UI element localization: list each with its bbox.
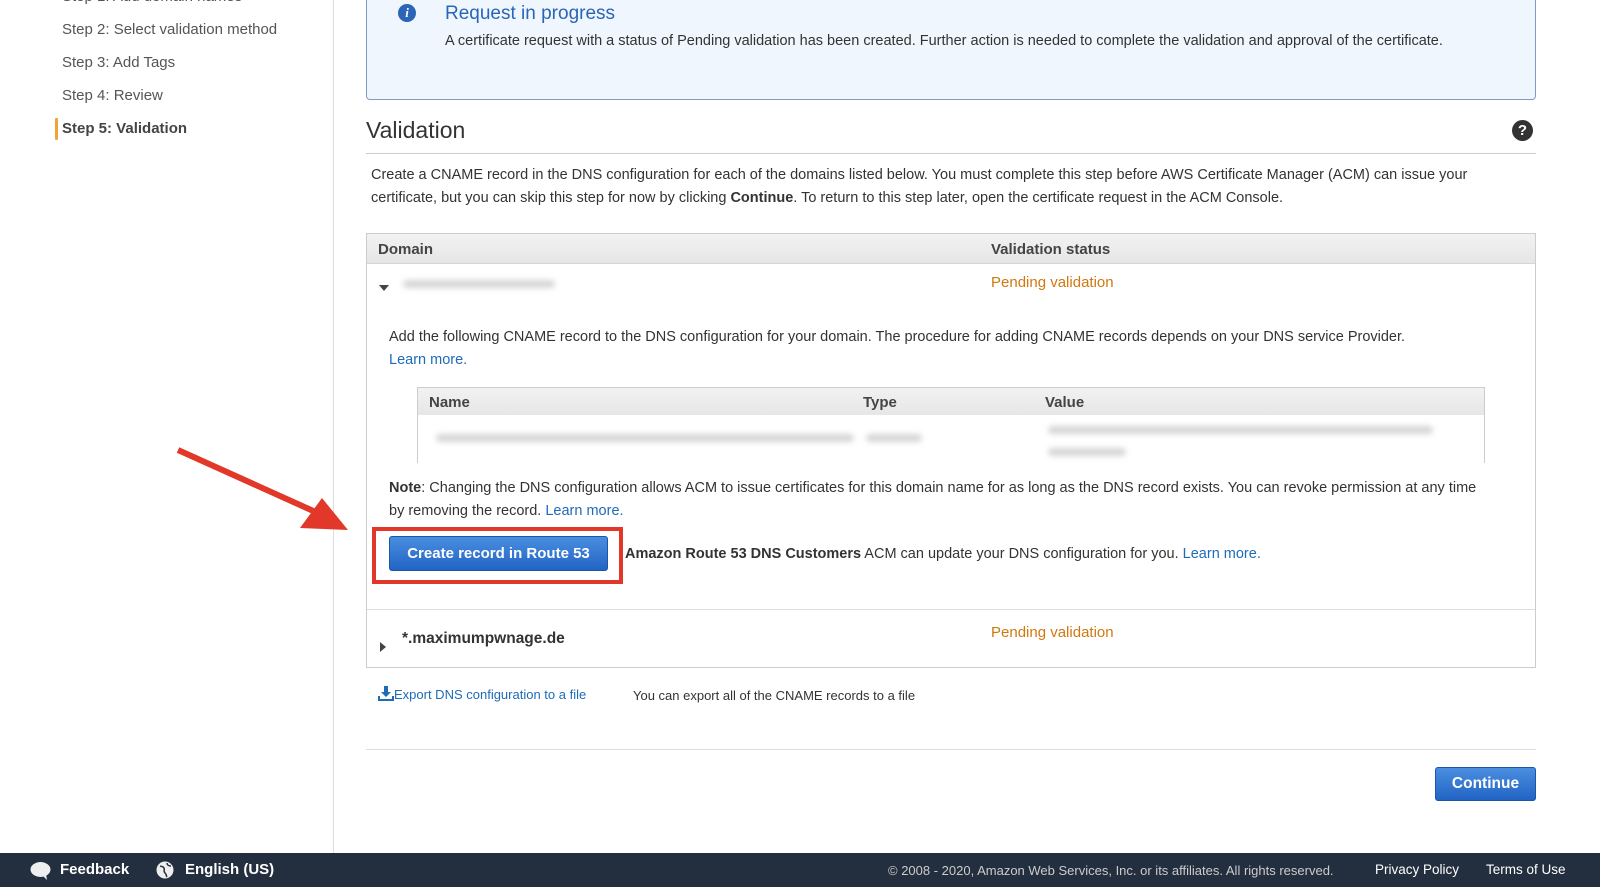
- arrow-shaft: [176, 447, 322, 517]
- terms-of-use-link[interactable]: Terms of Use: [1486, 862, 1566, 877]
- create-record-route53-button[interactable]: Create record in Route 53: [389, 536, 608, 571]
- instructions-text: Add the following CNAME record to the DN…: [389, 329, 1406, 345]
- continue-button[interactable]: Continue: [1435, 767, 1536, 801]
- footer: Feedback English (US) © 2008 - 2020, Ama…: [0, 853, 1600, 887]
- row-divider: [367, 609, 1535, 610]
- learn-more-link-1[interactable]: Learn more.: [389, 352, 467, 368]
- sidebar-step-1[interactable]: Step 1: Add domain names: [62, 0, 242, 5]
- arrow-head: [300, 498, 348, 530]
- blurred-cname-value-line2: [1048, 448, 1126, 456]
- sidebar-step-2[interactable]: Step 2: Select validation method: [62, 21, 277, 38]
- dns-note: Note: Changing the DNS configuration all…: [389, 477, 1489, 523]
- route53-text: ACM can update your DNS configuration fo…: [861, 546, 1183, 562]
- page-title: Validation: [366, 117, 466, 143]
- language-selector[interactable]: English (US): [185, 861, 274, 878]
- alert-title: Request in progress: [445, 3, 616, 24]
- learn-more-link-3[interactable]: Learn more.: [1183, 546, 1261, 562]
- active-step-indicator: [55, 118, 58, 140]
- cname-table-header: Name Type Value: [418, 388, 1484, 415]
- annotation-arrow: [176, 447, 348, 530]
- blurred-cname-type: [866, 434, 922, 442]
- speech-bubble-icon: [30, 862, 51, 880]
- cname-record-table: Name Type Value: [417, 387, 1485, 463]
- status-pending-1: Pending validation: [991, 274, 1114, 291]
- alert-body: A certificate request with a status of P…: [445, 33, 1443, 49]
- privacy-policy-link[interactable]: Privacy Policy: [1375, 862, 1459, 877]
- blurred-cname-value[interactable]: [1048, 426, 1433, 434]
- column-header-status: Validation status: [991, 241, 1111, 258]
- sidebar-step-5[interactable]: Step 5: Validation: [62, 120, 187, 137]
- validation-intro: Create a CNAME record in the DNS configu…: [371, 164, 1531, 210]
- learn-more-link-2[interactable]: Learn more.: [545, 503, 623, 519]
- blurred-domain-name[interactable]: [403, 280, 555, 288]
- intro-continue-bold: Continue: [730, 190, 794, 206]
- bottom-divider: [366, 749, 1536, 750]
- column-header-value: Value: [1045, 394, 1085, 411]
- column-header-domain: Domain: [378, 241, 434, 258]
- column-header-type: Type: [863, 394, 897, 411]
- domain-table-header: Domain Validation status: [367, 234, 1535, 264]
- route53-description: Amazon Route 53 DNS Customers ACM can up…: [625, 546, 1261, 562]
- blurred-cname-name[interactable]: [436, 434, 854, 442]
- feedback-link[interactable]: Feedback: [60, 861, 129, 878]
- export-link-label: Export DNS configuration to a file: [394, 687, 587, 702]
- copyright-text: © 2008 - 2020, Amazon Web Services, Inc.…: [888, 863, 1334, 878]
- globe-icon: [156, 861, 174, 879]
- expand-caret-icon[interactable]: [380, 642, 386, 652]
- title-divider: [366, 153, 1536, 154]
- domain-table: Domain Validation status Pending validat…: [366, 233, 1536, 668]
- export-note: You can export all of the CNAME records …: [633, 688, 916, 703]
- column-header-name: Name: [429, 394, 470, 411]
- route53-bold: Amazon Route 53 DNS Customers: [625, 546, 862, 562]
- wildcard-domain-name[interactable]: *.maximumpwnage.de: [402, 630, 565, 648]
- download-icon: [378, 686, 394, 701]
- intro-text-end: . To return to this step later, open the…: [793, 190, 1284, 206]
- info-icon: i: [398, 4, 416, 22]
- sidebar-step-3[interactable]: Step 3: Add Tags: [62, 54, 175, 71]
- cname-instructions: Add the following CNAME record to the DN…: [389, 326, 1489, 372]
- status-pending-2: Pending validation: [991, 624, 1114, 641]
- request-in-progress-alert: i Request in progress A certificate requ…: [366, 0, 1536, 100]
- note-label: Note: [389, 480, 422, 496]
- collapse-caret-icon[interactable]: [379, 285, 389, 291]
- wizard-sidebar: Step 1: Add domain names Step 2: Select …: [0, 0, 334, 853]
- sidebar-step-4[interactable]: Step 4: Review: [62, 87, 163, 104]
- export-dns-link[interactable]: Export DNS configuration to a file: [378, 686, 586, 702]
- question-circle-icon[interactable]: ?: [1512, 120, 1533, 141]
